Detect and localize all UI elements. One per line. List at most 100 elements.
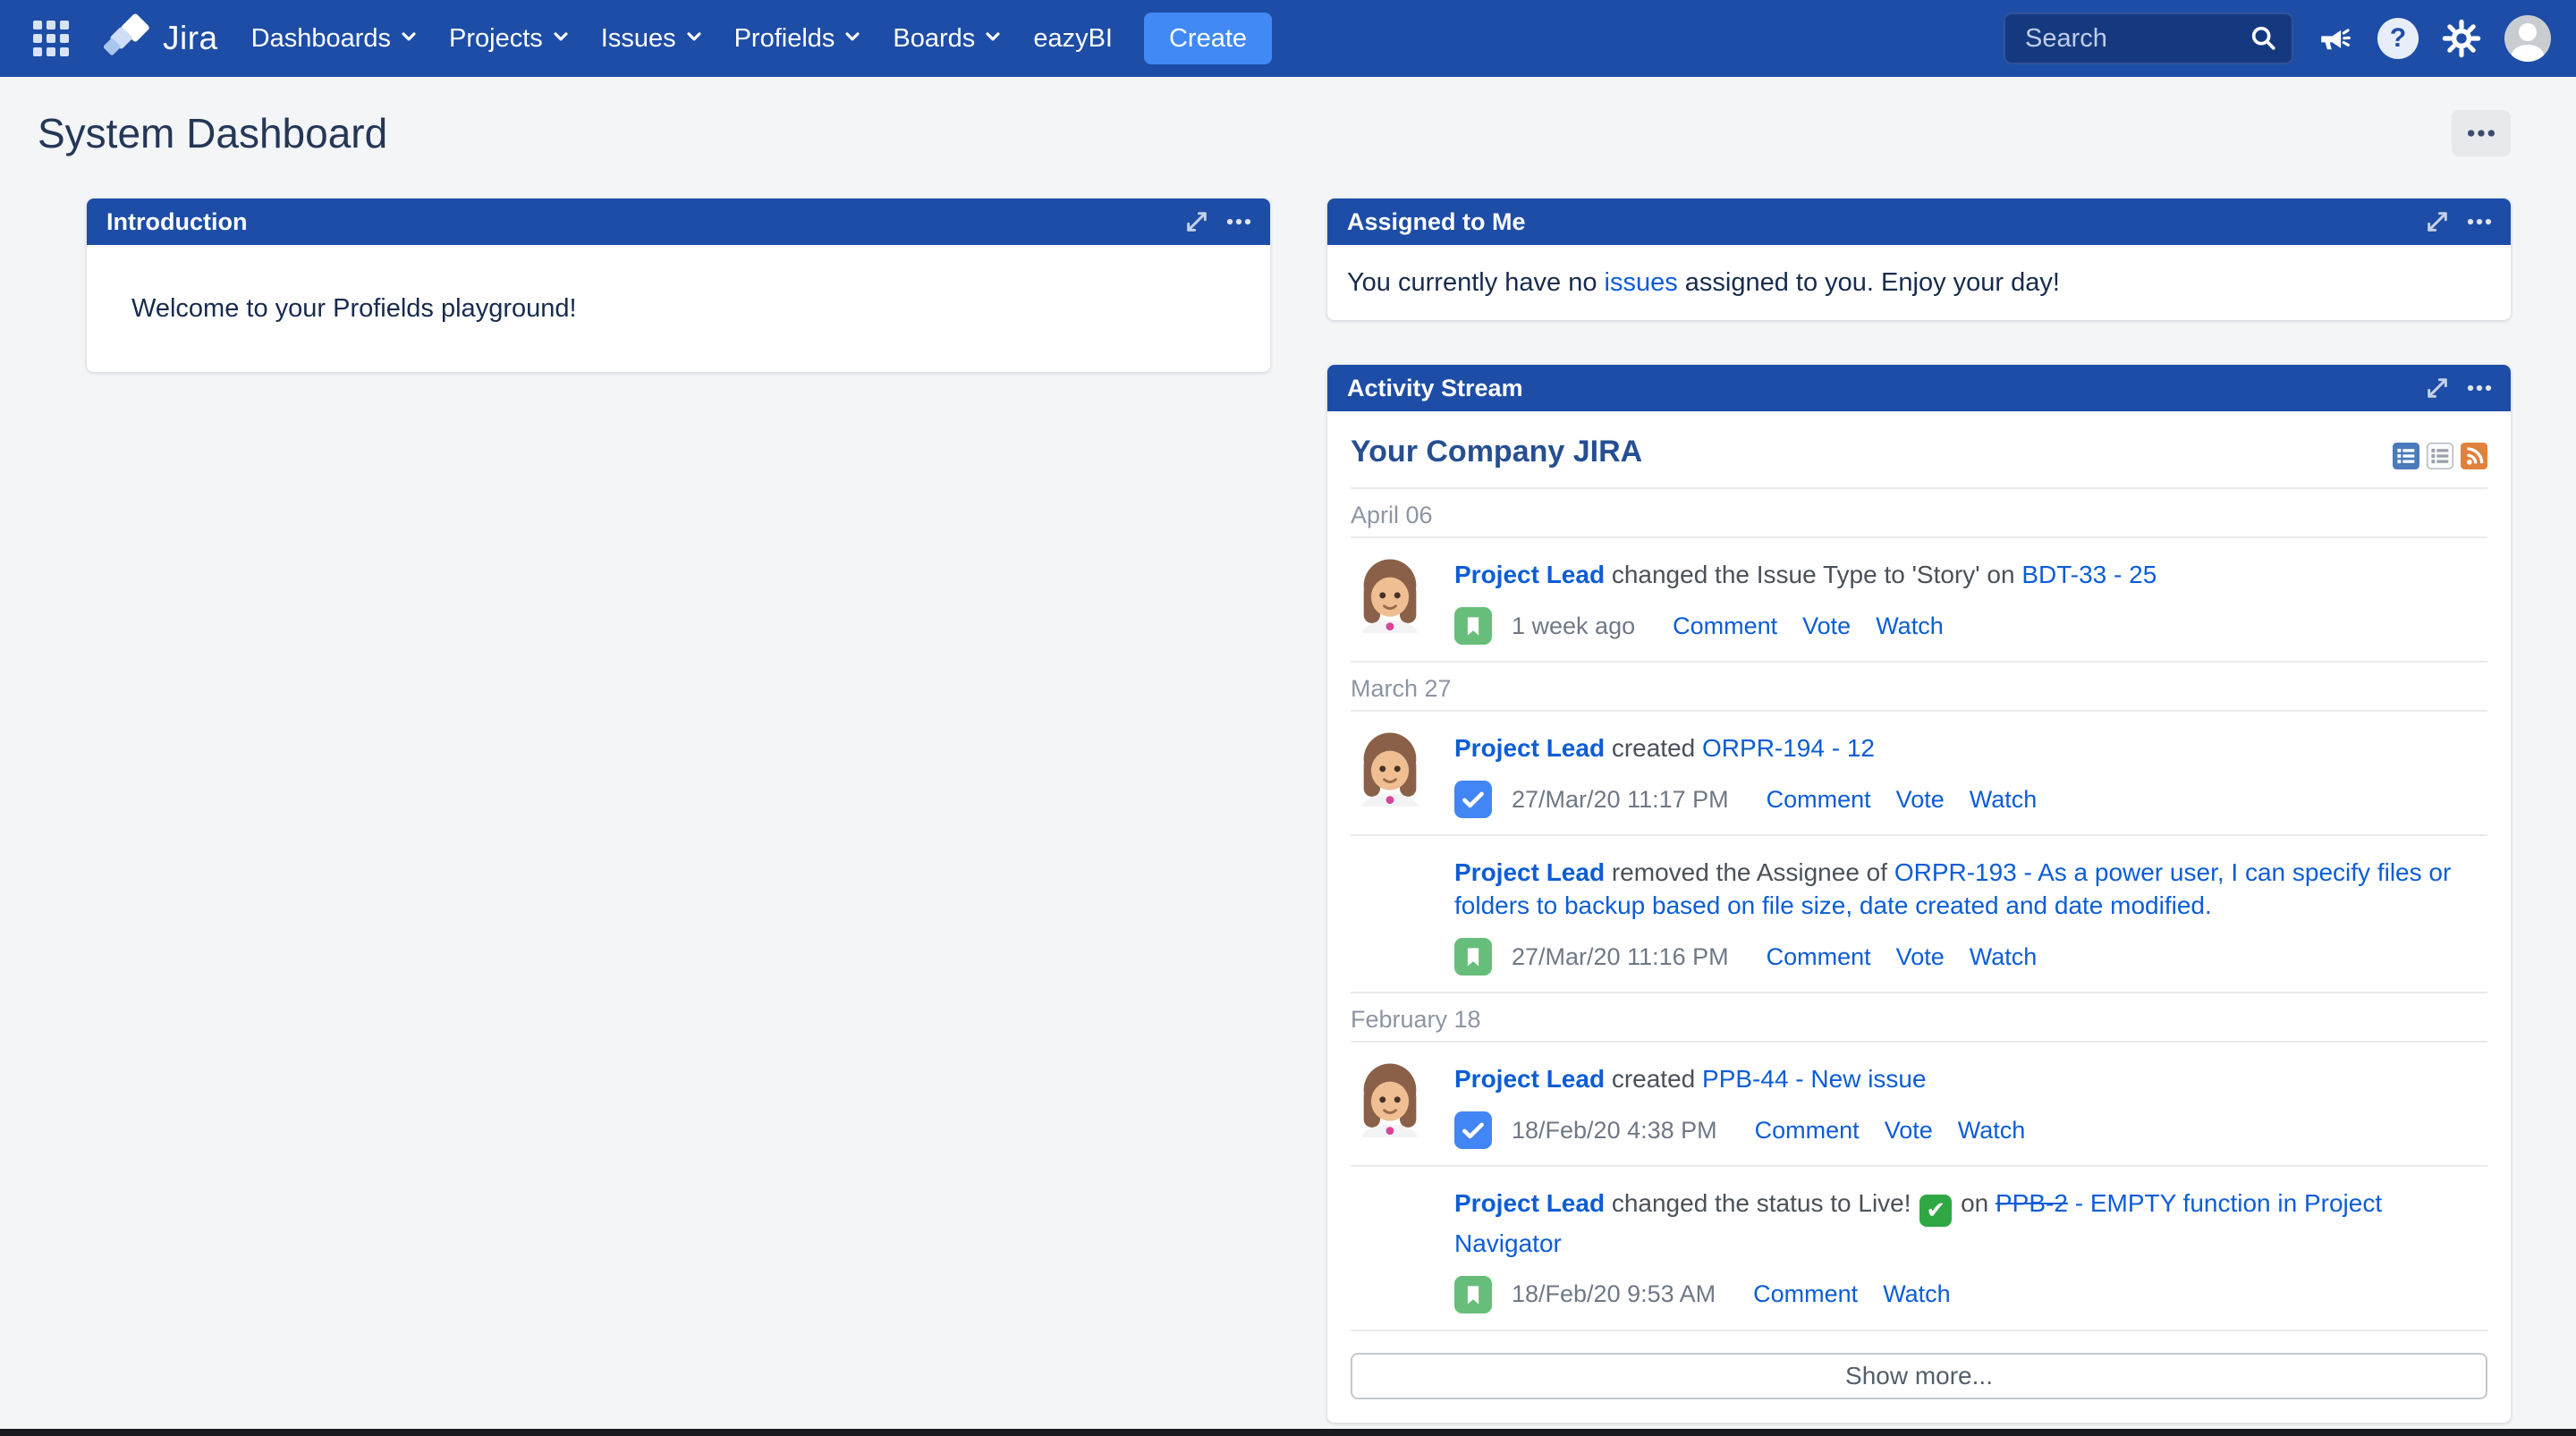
activity-item: Project Lead changed the Issue Type to '… xyxy=(1351,538,2487,663)
resolved-issue-key: PPB-2 xyxy=(1996,1189,2068,1217)
date-heading: February 18 xyxy=(1351,993,2487,1043)
project-lead-avatar[interactable] xyxy=(1351,728,1429,807)
jira-logo[interactable]: Jira xyxy=(104,12,218,66)
vote-link[interactable]: Vote xyxy=(1802,612,1851,640)
project-lead-avatar[interactable] xyxy=(1351,1059,1429,1137)
expand-gadget-icon[interactable] xyxy=(2423,374,2452,402)
left-column: Introduction Welcome to your Profields p… xyxy=(87,199,1270,372)
vote-link[interactable]: Vote xyxy=(1896,943,1945,971)
vote-link[interactable]: Vote xyxy=(1896,786,1945,814)
introduction-gadget-header[interactable]: Introduction xyxy=(87,199,1270,245)
activity-meta: 18/Feb/20 9:53 AM Comment Watch xyxy=(1454,1276,2487,1314)
assigned-to-me-body: You currently have no issues assigned to… xyxy=(1327,245,2511,320)
issue-link[interactable]: ORPR-194 - 12 xyxy=(1702,734,1875,762)
timestamp: 27/Mar/20 11:16 PM xyxy=(1512,943,1729,971)
assigned-to-me-gadget: Assigned to Me You currently have no iss… xyxy=(1327,199,2511,320)
assigned-message: You currently have no issues assigned to… xyxy=(1347,268,2060,298)
vote-link[interactable]: Vote xyxy=(1885,1117,1933,1145)
user-link[interactable]: Project Lead xyxy=(1454,1065,1605,1093)
project-lead-avatar[interactable] xyxy=(1351,554,1429,633)
timestamp: 18/Feb/20 9:53 AM xyxy=(1512,1280,1716,1308)
list-view-icon[interactable] xyxy=(2427,443,2453,469)
expand-gadget-icon[interactable] xyxy=(1182,207,1211,236)
activity-group: February 18 Project Lead created PPB-44 … xyxy=(1351,993,2487,1331)
expand-gadget-icon[interactable] xyxy=(2423,207,2452,236)
full-view-icon[interactable] xyxy=(2393,443,2419,469)
stream-heading-row: Your Company JIRA xyxy=(1351,411,2487,489)
assigned-to-me-gadget-header[interactable]: Assigned to Me xyxy=(1327,199,2511,245)
activity-meta: 27/Mar/20 11:17 PM Comment Vote Watch xyxy=(1454,781,2487,818)
jira-logo-icon xyxy=(104,12,154,66)
comment-link[interactable]: Comment xyxy=(1767,786,1871,814)
ellipsis-icon xyxy=(2466,118,2496,148)
rss-feed-icon[interactable] xyxy=(2461,443,2487,469)
nav-issues[interactable]: Issues xyxy=(586,12,719,65)
story-type-icon xyxy=(1454,607,1492,645)
activity-text: Project Lead removed the Assignee of ORP… xyxy=(1454,852,2487,922)
app-switcher-icon[interactable] xyxy=(30,18,72,59)
page-header: System Dashboard xyxy=(0,77,2576,157)
nav-boards[interactable]: Boards xyxy=(877,12,1018,65)
comment-link[interactable]: Comment xyxy=(1755,1117,1860,1145)
activity-meta: 1 week ago Comment Vote Watch xyxy=(1454,607,2487,645)
comment-link[interactable]: Comment xyxy=(1673,612,1777,640)
activity-stream-gadget-header[interactable]: Activity Stream xyxy=(1327,365,2511,411)
feedback-megaphone-icon[interactable] xyxy=(2317,20,2354,57)
avatar-slot xyxy=(1351,1183,1454,1314)
introduction-gadget-body: Welcome to your Profields playground! xyxy=(87,245,1270,372)
nav-boards-label: Boards xyxy=(893,24,975,54)
user-link[interactable]: Project Lead xyxy=(1454,734,1605,762)
user-avatar[interactable] xyxy=(2504,15,2551,62)
issue-link[interactable]: PPB-44 - New issue xyxy=(1702,1065,1927,1093)
task-type-icon xyxy=(1454,781,1492,818)
comment-link[interactable]: Comment xyxy=(1753,1280,1858,1308)
chevron-down-icon xyxy=(843,24,862,54)
brand-name: Jira xyxy=(163,20,218,57)
activity-stream-body: Your Company JIRA xyxy=(1327,411,2511,1423)
activity-stream-gadget: Activity Stream Your Company JIRA xyxy=(1327,365,2511,1423)
activity-text: Project Lead changed the Issue Type to '… xyxy=(1454,554,2487,591)
window-bottom-edge xyxy=(0,1429,2576,1436)
activity-text: Project Lead created ORPR-194 - 12 xyxy=(1454,728,2487,764)
create-button[interactable]: Create xyxy=(1144,13,1272,64)
avatar-slot xyxy=(1351,852,1454,976)
nav-profields[interactable]: Profields xyxy=(719,12,878,65)
question-mark-glyph: ? xyxy=(2377,18,2419,59)
issues-link[interactable]: issues xyxy=(1605,268,1678,297)
gadget-menu-icon[interactable] xyxy=(1225,208,1252,235)
activity-group: March 27 Project Lead created ORPR-194 -… xyxy=(1351,663,2487,993)
watch-link[interactable]: Watch xyxy=(1958,1117,2026,1145)
activity-item: Project Lead removed the Assignee of ORP… xyxy=(1351,836,2487,993)
gadget-menu-icon[interactable] xyxy=(2466,375,2493,401)
avatar-slot xyxy=(1351,728,1454,818)
chevron-down-icon xyxy=(399,24,419,54)
task-type-icon xyxy=(1454,1111,1492,1149)
introduction-gadget: Introduction Welcome to your Profields p… xyxy=(87,199,1270,372)
watch-link[interactable]: Watch xyxy=(1876,612,1944,640)
nav-eazybi[interactable]: eazyBI xyxy=(1018,12,1128,65)
activity-meta: 27/Mar/20 11:16 PM Comment Vote Watch xyxy=(1454,938,2487,976)
user-link[interactable]: Project Lead xyxy=(1454,561,1605,588)
watch-link[interactable]: Watch xyxy=(1883,1280,1951,1308)
watch-link[interactable]: Watch xyxy=(1970,943,2038,971)
user-link[interactable]: Project Lead xyxy=(1454,858,1605,886)
gadget-menu-icon[interactable] xyxy=(2466,208,2493,235)
timestamp: 18/Feb/20 4:38 PM xyxy=(1512,1117,1717,1145)
search-input[interactable] xyxy=(2023,23,2249,55)
watch-link[interactable]: Watch xyxy=(1970,786,2038,814)
nav-projects[interactable]: Projects xyxy=(434,12,586,65)
settings-gear-icon[interactable] xyxy=(2442,19,2481,58)
user-link[interactable]: Project Lead xyxy=(1454,1189,1605,1217)
comment-link[interactable]: Comment xyxy=(1767,943,1871,971)
search-icon[interactable] xyxy=(2249,23,2279,54)
help-icon[interactable]: ? xyxy=(2377,18,2419,59)
jira-system-dashboard: Jira Dashboards Projects Issues Profield… xyxy=(0,0,2576,1436)
issue-link[interactable]: BDT-33 - 25 xyxy=(2021,561,2157,588)
activity-item: Project Lead created ORPR-194 - 12 27/Ma… xyxy=(1351,712,2487,836)
show-more-button[interactable]: Show more... xyxy=(1351,1353,2487,1399)
right-column: Assigned to Me You currently have no iss… xyxy=(1327,199,2511,1423)
gadget-title: Introduction xyxy=(106,208,247,236)
nav-dashboards[interactable]: Dashboards xyxy=(236,12,434,65)
dashboard-more-actions-button[interactable] xyxy=(2452,110,2511,156)
activity-meta: 18/Feb/20 4:38 PM Comment Vote Watch xyxy=(1454,1111,2487,1149)
